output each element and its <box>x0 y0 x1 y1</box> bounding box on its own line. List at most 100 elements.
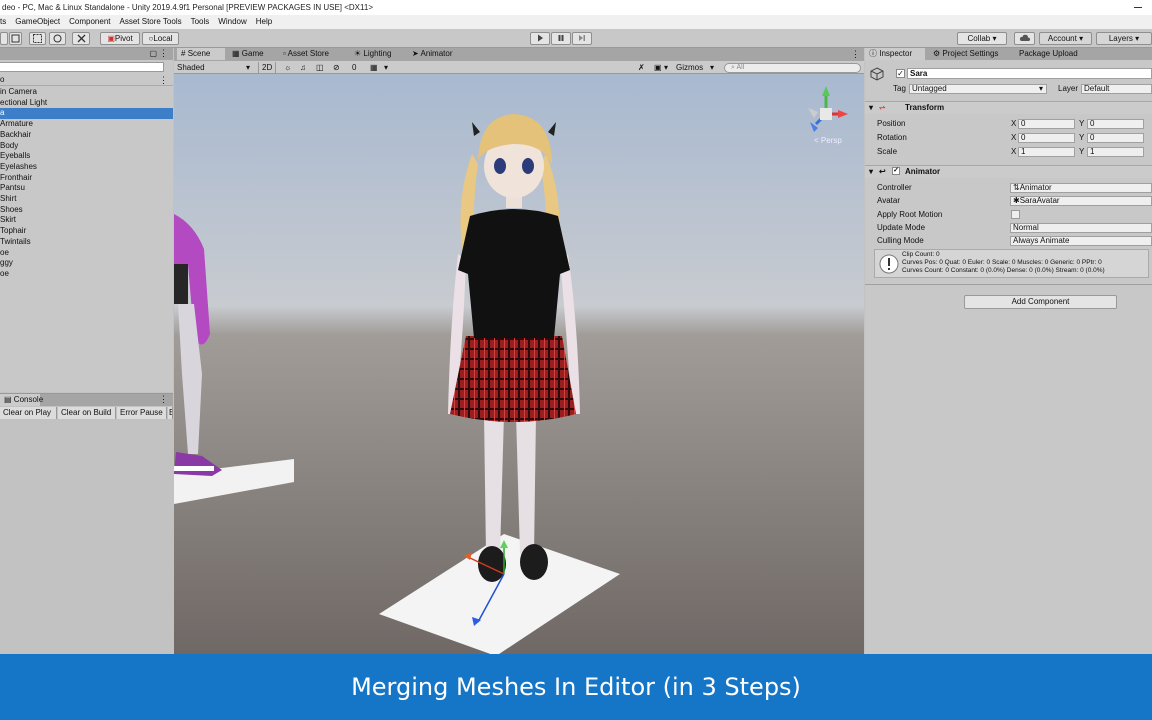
custom-tool-icon[interactable] <box>72 32 90 45</box>
minimize-button[interactable] <box>1132 0 1144 15</box>
hierarchy-item[interactable]: ectional Light <box>0 98 173 109</box>
hierarchy-item[interactable]: oe <box>0 269 173 280</box>
tools-icon[interactable]: ✗ <box>638 61 645 74</box>
menu-tools[interactable]: Tools <box>191 15 210 29</box>
rotation-x-field[interactable]: 0 <box>1018 133 1075 143</box>
tab-scene[interactable]: # Scene <box>177 48 225 60</box>
hierarchy-item[interactable]: Shoes <box>0 205 173 216</box>
camera-icon[interactable]: ▣ <box>654 61 662 74</box>
visibility-icon[interactable]: ⊘ <box>333 61 340 74</box>
transform-header[interactable]: ▾ ⥋ Transform <box>865 101 1152 114</box>
scene-tab-menu-icon[interactable]: ⋮ <box>851 49 860 60</box>
hierarchy-item[interactable]: Skirt <box>0 215 173 226</box>
animator-info-text: Clip Count: 0 Curves Pos: 0 Quat: 0 Eule… <box>902 251 1105 274</box>
grid-icon[interactable]: ▦ <box>370 61 378 74</box>
controller-field[interactable]: ⇅Animator <box>1010 183 1152 193</box>
add-component-button[interactable]: Add Component <box>964 295 1117 309</box>
scene-toolbar: Shaded ▾ 2D ☼ ♫ ◫ ⊘ 0 ▦ ▾ ✗ ▣ ▾ Gizmos ▾… <box>174 61 864 74</box>
perspective-label[interactable]: < Persp <box>814 136 842 145</box>
hierarchy-item[interactable]: Armature <box>0 119 173 130</box>
scale-y-field[interactable]: 1 <box>1087 147 1144 157</box>
tab-project-settings[interactable]: ⚙ Project Settings <box>929 48 1002 60</box>
position-x-field[interactable]: 0 <box>1018 119 1075 129</box>
update-mode-dropdown[interactable]: Normal <box>1010 223 1152 233</box>
tab-asset-store[interactable]: ▫ Asset Store <box>279 48 333 60</box>
layer-dropdown[interactable]: Default <box>1081 84 1152 94</box>
rotation-y-label: Y <box>1079 133 1085 142</box>
menu-assets[interactable]: ts <box>0 15 6 29</box>
culling-mode-dropdown[interactable]: Always Animate <box>1010 236 1152 246</box>
tab-lighting[interactable]: ☀ Lighting <box>350 48 395 60</box>
pause-button[interactable] <box>551 32 571 45</box>
hierarchy-item[interactable]: Backhair <box>0 130 173 141</box>
position-y-field[interactable]: 0 <box>1087 119 1144 129</box>
console-menu-icon[interactable]: ⋮ <box>159 394 168 405</box>
rotation-y-field[interactable]: 0 <box>1087 133 1144 143</box>
scale-x-label: X <box>1011 147 1017 156</box>
scene-viewport[interactable]: < Persp <box>174 74 864 654</box>
hierarchy-item[interactable]: ggy <box>0 258 173 269</box>
animator-header[interactable]: ▾ ↩ ✓ Animator <box>865 165 1152 178</box>
scene-menu-icon[interactable]: ⋮ <box>159 75 168 86</box>
rect-tool-icon[interactable] <box>29 32 46 45</box>
object-name-field[interactable]: Sara <box>907 68 1152 79</box>
scale-x-field[interactable]: 1 <box>1018 147 1075 157</box>
2d-toggle[interactable]: 2D <box>258 62 277 73</box>
effects-icon[interactable]: ◫ <box>316 61 324 74</box>
hierarchy-item[interactable]: Tophair <box>0 226 173 237</box>
pivot-toggle[interactable]: ▣Pivot <box>100 32 140 45</box>
account-dropdown[interactable]: Account ▾ <box>1039 32 1092 45</box>
clear-on-play-toggle[interactable]: Clear on Play <box>0 407 57 419</box>
layers-dropdown[interactable]: Layers ▾ <box>1096 32 1152 45</box>
hierarchy-item-label: Skirt <box>0 215 16 225</box>
scene-search-input[interactable]: ⌕ All <box>724 63 861 73</box>
rotate-tool-icon[interactable] <box>0 32 8 45</box>
shading-mode-dropdown[interactable]: Shaded <box>177 61 205 74</box>
hierarchy-item[interactable]: Twintails <box>0 237 173 248</box>
menu-window[interactable]: Window <box>218 15 246 29</box>
tag-dropdown[interactable]: Untagged ▾ <box>909 84 1047 94</box>
hierarchy-item[interactable]: in Camera <box>0 87 173 98</box>
tab-game[interactable]: ▦ Game <box>228 48 268 60</box>
scale-tool-icon[interactable] <box>9 32 22 45</box>
hierarchy-item[interactable]: Fronthair <box>0 173 173 184</box>
collab-dropdown[interactable]: Collab ▾ <box>957 32 1007 45</box>
more-menu-icon[interactable]: ⋮ <box>159 48 168 59</box>
hierarchy-item[interactable]: Pantsu <box>0 183 173 194</box>
hierarchy-search-input[interactable] <box>0 62 164 72</box>
gear-icon: ⚙ <box>933 49 941 58</box>
cloud-button[interactable] <box>1014 32 1035 45</box>
hierarchy-item[interactable]: Shirt <box>0 194 173 205</box>
hierarchy-item[interactable]: Eyeballs <box>0 151 173 162</box>
menu-gameobject[interactable]: GameObject <box>15 15 60 29</box>
tab-console[interactable]: ▤ Console <box>0 394 43 406</box>
menu-component[interactable]: Component <box>69 15 110 29</box>
menu-asset-store-tools[interactable]: Asset Store Tools <box>120 15 182 29</box>
error-pause-toggle[interactable]: Error Pause <box>117 407 167 419</box>
play-button[interactable] <box>530 32 550 45</box>
transform-tool-icon[interactable] <box>49 32 66 45</box>
lighting-toggle-icon[interactable]: ☼ <box>284 61 291 74</box>
audio-toggle-icon[interactable]: ♫ <box>300 61 306 74</box>
tab-inspector[interactable]: ⓘ Inspector <box>865 48 925 60</box>
gizmos-dropdown[interactable]: Gizmos <box>676 61 703 74</box>
clear-on-build-toggle[interactable]: Clear on Build <box>58 407 116 419</box>
hierarchy-item[interactable]: oe <box>0 248 173 259</box>
scene-root-row[interactable]: o ⋮ <box>0 75 173 86</box>
lock-icon[interactable]: ▢ <box>149 49 157 58</box>
active-checkbox[interactable]: ✓ <box>896 69 905 78</box>
hierarchy-item[interactable]: Eyelashes <box>0 162 173 173</box>
tab-package-upload[interactable]: Package Upload <box>1015 48 1082 60</box>
apply-root-motion-checkbox[interactable] <box>1011 210 1020 219</box>
hierarchy-item[interactable]: Body <box>0 141 173 152</box>
hierarchy-item-label: Pantsu <box>0 183 25 193</box>
editor-dropdown[interactable]: E <box>168 407 173 419</box>
menu-help[interactable]: Help <box>256 15 272 29</box>
animator-enabled-checkbox[interactable]: ✓ <box>892 167 900 175</box>
scene-tab-icon: # <box>181 49 186 58</box>
avatar-field[interactable]: ✱SaraAvatar <box>1010 196 1152 206</box>
step-button[interactable] <box>572 32 592 45</box>
tab-animator[interactable]: ➤ Animator <box>408 48 457 60</box>
local-toggle[interactable]: ○Local <box>142 32 179 45</box>
hierarchy-item[interactable]: a <box>0 108 173 120</box>
